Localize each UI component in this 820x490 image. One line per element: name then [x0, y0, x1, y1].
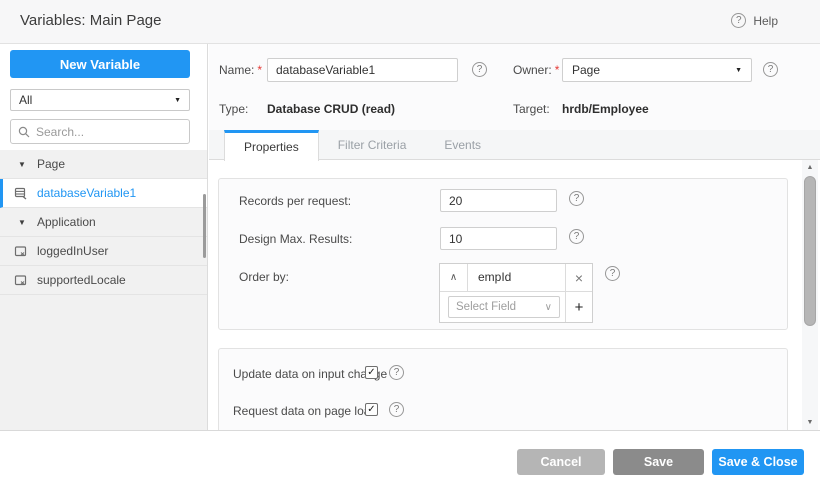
select-field-dropdown[interactable]: Select Field ∨ [448, 296, 560, 318]
owner-help-icon[interactable]: ? [763, 62, 778, 77]
tree-group-page[interactable]: ▼ Page [0, 150, 207, 179]
tree-item-databasevariable1[interactable]: databaseVariable1 [0, 179, 207, 208]
tree-item-supportedlocale[interactable]: supportedLocale [0, 266, 207, 295]
help-button[interactable]: ? Help [731, 13, 778, 28]
request-settings-group: Records per request: ? Design Max. Resul… [218, 178, 788, 330]
tab-events[interactable]: Events [425, 130, 500, 160]
scroll-up-icon: ▲ [807, 164, 814, 171]
properties-tab-content: Records per request: ? Design Max. Resul… [209, 160, 801, 430]
static-variable-icon [14, 245, 27, 258]
type-value: Database CRUD (read) [267, 102, 395, 116]
variables-sidebar: New Variable All ▼ ▼ Page databaseVariab… [0, 44, 208, 430]
variable-filter-select[interactable]: All ▼ [10, 89, 190, 111]
plus-icon: + [575, 299, 584, 316]
search-input[interactable] [36, 125, 182, 139]
close-icon: × [575, 270, 583, 286]
chevron-down-icon: ∨ [545, 302, 552, 313]
add-order-field-button[interactable]: + [565, 292, 592, 322]
new-variable-button[interactable]: New Variable [10, 50, 190, 78]
variable-search [10, 119, 190, 144]
database-variable-icon [14, 187, 27, 200]
tree-item-label: databaseVariable1 [37, 186, 136, 200]
order-by-widget: ∧ empId × Select Field ∨ + [439, 263, 593, 323]
required-asterisk: * [257, 63, 262, 77]
tree-group-application[interactable]: ▼ Application [0, 208, 207, 237]
behavior-settings-group: Update data on input change ✓ ? Request … [218, 348, 788, 430]
dialog-header: Variables: Main Page ? Help [0, 0, 820, 44]
check-icon: ✓ [367, 404, 375, 415]
update-on-input-change-label: Update data on input change [233, 367, 387, 381]
update-on-input-change-checkbox[interactable]: ✓ [365, 366, 378, 379]
request-on-load-help-icon[interactable]: ? [389, 402, 404, 417]
order-by-add-row: Select Field ∨ + [440, 292, 592, 322]
request-on-page-load-checkbox[interactable]: ✓ [365, 403, 378, 416]
tree-item-loggedinuser[interactable]: loggedInUser [0, 237, 207, 266]
design-max-results-input[interactable] [440, 227, 557, 250]
scroll-up-button[interactable]: ▲ [802, 160, 818, 175]
name-input[interactable] [267, 58, 458, 82]
save-and-close-button[interactable]: Save & Close [712, 449, 804, 475]
static-variable-icon [14, 274, 27, 287]
order-by-help-icon[interactable]: ? [605, 266, 620, 281]
records-per-request-label: Records per request: [239, 194, 351, 208]
help-circle-icon: ? [731, 13, 746, 28]
variable-filter-value: All [19, 93, 32, 107]
tree-group-label: Page [37, 157, 65, 171]
request-on-page-load-label: Request data on page load [233, 404, 377, 418]
target-label: Target: [513, 102, 550, 116]
scroll-down-icon: ▼ [807, 419, 814, 426]
variables-dialog: Variables: Main Page ? Help New Variable… [0, 0, 820, 490]
tree-item-label: loggedInUser [37, 244, 108, 258]
max-results-help-icon[interactable]: ? [569, 229, 584, 244]
expanded-triangle-icon: ▼ [18, 160, 26, 169]
order-by-row: ∧ empId × [440, 264, 592, 292]
search-icon [18, 126, 30, 138]
sidebar-scrollbar-thumb[interactable] [203, 194, 206, 258]
tab-properties[interactable]: Properties [224, 130, 319, 161]
sort-direction-button[interactable]: ∧ [440, 264, 468, 291]
content-scrollbar: ▲ ▼ [802, 160, 818, 430]
tab-bar: Properties Filter Criteria Events [209, 130, 820, 160]
dialog-footer: Cancel Save Save & Close [0, 430, 820, 490]
records-help-icon[interactable]: ? [569, 191, 584, 206]
tab-filter-criteria[interactable]: Filter Criteria [319, 130, 426, 160]
order-by-label: Order by: [239, 270, 289, 284]
tree-item-label: supportedLocale [37, 273, 126, 287]
scrollbar-thumb[interactable] [804, 176, 816, 326]
select-field-placeholder: Select Field [456, 301, 516, 313]
name-label: Name:* [219, 63, 262, 77]
remove-order-field-button[interactable]: × [565, 264, 592, 291]
order-by-field-value: empId [468, 264, 565, 291]
design-max-results-label: Design Max. Results: [239, 232, 352, 246]
required-asterisk: * [555, 63, 560, 77]
help-label: Help [753, 14, 778, 28]
owner-select[interactable]: Page ▼ [562, 58, 752, 82]
expanded-triangle-icon: ▼ [18, 218, 26, 227]
page-title: Variables: Main Page [20, 12, 161, 29]
owner-label: Owner:* [513, 63, 559, 77]
variable-summary-form: Name:* ? Owner:* Page ▼ ? Type: Database… [209, 44, 820, 130]
save-button[interactable]: Save [613, 449, 704, 475]
records-per-request-input[interactable] [440, 189, 557, 212]
owner-value: Page [572, 63, 600, 77]
type-label: Type: [219, 102, 248, 116]
cancel-button[interactable]: Cancel [517, 449, 605, 475]
name-help-icon[interactable]: ? [472, 62, 487, 77]
tree-group-label: Application [37, 215, 96, 229]
variables-tree: ▼ Page databaseVariable1 ▼ Application l… [0, 150, 207, 430]
dropdown-arrow-icon: ▼ [174, 97, 181, 104]
target-value: hrdb/Employee [562, 102, 649, 116]
dropdown-arrow-icon: ▼ [735, 67, 742, 74]
chevron-up-icon: ∧ [450, 272, 457, 283]
check-icon: ✓ [367, 367, 375, 378]
update-on-change-help-icon[interactable]: ? [389, 365, 404, 380]
scroll-down-button[interactable]: ▼ [802, 415, 818, 430]
